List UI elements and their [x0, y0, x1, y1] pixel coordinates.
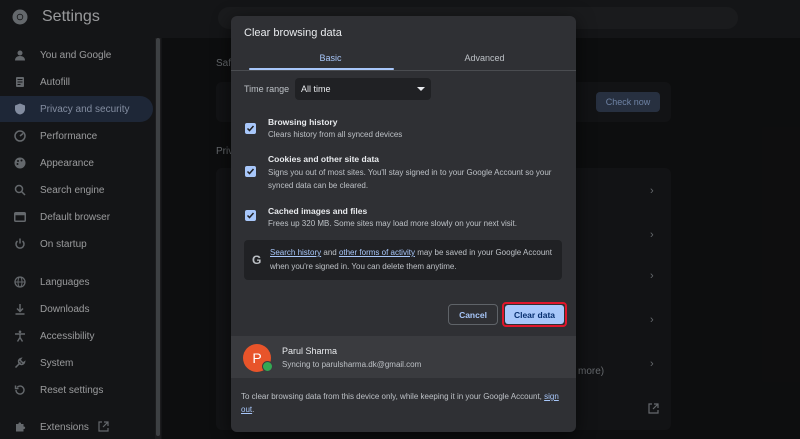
footer-text: To clear browsing data from this device …: [241, 390, 561, 416]
browsing-history-checkbox[interactable]: [245, 123, 256, 134]
time-range-value: All time: [301, 84, 331, 94]
search-history-link[interactable]: Search history: [270, 248, 321, 257]
sync-badge-icon: [262, 361, 273, 372]
account-sync-status: Syncing to parulsharma.dk@gmail.com: [282, 360, 422, 369]
info-text: Search history and other forms of activi…: [270, 246, 556, 274]
cancel-button[interactable]: Cancel: [448, 304, 498, 325]
cookies-title: Cookies and other site data: [268, 154, 379, 164]
caret-down-icon: [417, 87, 425, 91]
checkmark-icon: [246, 125, 255, 132]
browsing-history-desc: Clears history from all synced devices: [268, 130, 403, 139]
cached-images-checkbox[interactable]: [245, 210, 256, 221]
browsing-history-title: Browsing history: [268, 117, 338, 127]
footer-end: .: [252, 405, 255, 414]
cached-images-title: Cached images and files: [268, 206, 368, 216]
info-and: and: [321, 248, 339, 257]
cookies-checkbox[interactable]: [245, 166, 256, 177]
other-activity-link[interactable]: other forms of activity: [339, 248, 415, 257]
cached-images-desc: Frees up 320 MB. Some sites may load mor…: [268, 219, 517, 228]
google-activity-info: G Search history and other forms of acti…: [244, 240, 562, 280]
google-g-icon: G: [252, 253, 262, 267]
tab-advanced[interactable]: Advanced: [403, 52, 566, 72]
clear-browsing-data-dialog: Clear browsing data Basic Advanced Time …: [231, 16, 576, 432]
footer-body: To clear browsing data from this device …: [241, 392, 545, 401]
tab-divider: [231, 70, 576, 71]
dialog-title: Clear browsing data: [244, 27, 342, 39]
time-range-label: Time range: [244, 84, 290, 94]
time-range-select[interactable]: All time: [295, 78, 431, 100]
account-name: Parul Sharma: [282, 346, 338, 356]
checkmark-icon: [246, 168, 255, 175]
account-section: [231, 336, 576, 378]
cookies-desc: Signs you out of most sites. You'll stay…: [268, 168, 552, 190]
clear-data-button[interactable]: Clear data: [505, 305, 564, 324]
checkmark-icon: [246, 212, 255, 219]
